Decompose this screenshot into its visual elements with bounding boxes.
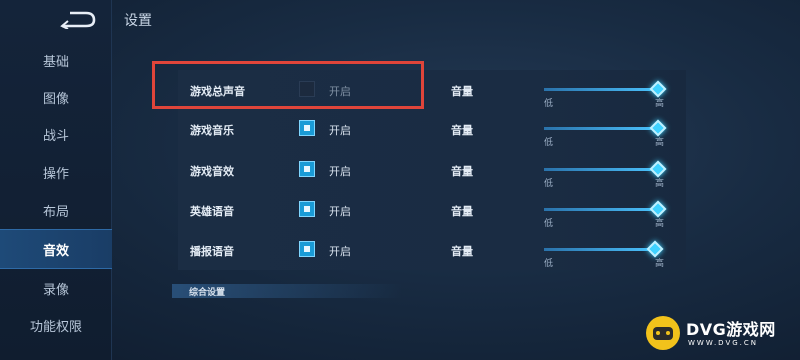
sidebar-item-label: 操作 — [42, 166, 69, 182]
row-label-game-music: 游戏音乐 — [190, 124, 234, 137]
slider-high-label: 高 — [655, 138, 665, 148]
broadcast-volume-slider[interactable]: 低 高 — [544, 240, 665, 269]
broadcast-volume-label: 音量 — [451, 245, 473, 258]
game-music-checkbox[interactable] — [299, 120, 315, 136]
highlight-annotation-box — [152, 61, 424, 109]
slider-high-label: 高 — [655, 259, 665, 269]
watermark-url: WWW.DVG.CN — [688, 339, 759, 347]
page-title: 设置 — [124, 13, 152, 29]
sidebar-item-layout[interactable]: 布局 — [0, 190, 112, 230]
sidebar-item-controls[interactable]: 操作 — [0, 152, 112, 192]
row-label-game-sfx: 游戏音效 — [190, 165, 234, 178]
slider-knob[interactable] — [646, 240, 664, 258]
back-icon[interactable] — [56, 9, 100, 30]
sidebar-item-graphics[interactable]: 图像 — [0, 77, 112, 117]
hero-voice-checkbox[interactable] — [299, 201, 315, 217]
sfx-volume-label: 音量 — [451, 165, 473, 178]
slider-low-label: 低 — [544, 138, 554, 148]
sfx-volume-slider[interactable]: 低 高 — [544, 160, 667, 189]
sidebar-item-label: 音效 — [42, 243, 69, 259]
music-volume-label: 音量 — [451, 124, 473, 137]
watermark-text: DVG游戏网 — [686, 320, 776, 339]
broadcast-voice-toggle-label: 开启 — [329, 245, 351, 258]
slider-high-label: 高 — [655, 219, 665, 229]
sidebar-item-label: 布局 — [42, 204, 69, 220]
sidebar: 基础 图像 战斗 操作 布局 音效 录像 功能权限 — [0, 0, 112, 360]
gamepad-icon — [646, 316, 680, 350]
watermark-logo: DVG游戏网 WWW.DVG.CN — [646, 314, 796, 356]
master-volume-label: 音量 — [451, 85, 473, 98]
slider-knob[interactable] — [649, 160, 667, 178]
sidebar-item-permissions[interactable]: 功能权限 — [0, 305, 112, 345]
music-volume-slider[interactable]: 低 高 — [544, 119, 667, 148]
slider-knob[interactable] — [649, 80, 667, 98]
slider-low-label: 低 — [544, 179, 554, 189]
sidebar-item-replay[interactable]: 录像 — [0, 268, 112, 308]
slider-knob[interactable] — [649, 119, 667, 137]
sidebar-item-label: 图像 — [42, 91, 69, 107]
slider-high-label: 高 — [655, 179, 665, 189]
game-sfx-checkbox[interactable] — [299, 161, 315, 177]
sidebar-item-basic[interactable]: 基础 — [0, 40, 112, 80]
hero-voice-toggle-label: 开启 — [329, 205, 351, 218]
section-general-settings[interactable]: 综合设置 — [189, 285, 225, 298]
slider-knob[interactable] — [649, 200, 667, 218]
sidebar-item-combat[interactable]: 战斗 — [0, 114, 112, 154]
hero-volume-slider[interactable]: 低 高 — [544, 200, 667, 229]
sidebar-item-label: 战斗 — [42, 128, 69, 144]
hero-volume-label: 音量 — [451, 205, 473, 218]
game-music-toggle-label: 开启 — [329, 124, 351, 137]
slider-low-label: 低 — [544, 99, 554, 109]
sidebar-item-sound[interactable]: 音效 — [0, 229, 112, 269]
slider-high-label: 高 — [655, 99, 665, 109]
row-label-hero-voice: 英雄语音 — [190, 205, 234, 218]
sidebar-item-label: 录像 — [42, 282, 69, 298]
sidebar-item-label: 功能权限 — [29, 319, 82, 335]
slider-low-label: 低 — [544, 259, 554, 269]
row-label-broadcast-voice: 播报语音 — [190, 245, 234, 258]
sidebar-item-label: 基础 — [42, 54, 69, 70]
broadcast-voice-checkbox[interactable] — [299, 241, 315, 257]
slider-low-label: 低 — [544, 219, 554, 229]
game-sfx-toggle-label: 开启 — [329, 165, 351, 178]
master-volume-slider[interactable]: 低 高 — [544, 80, 667, 109]
